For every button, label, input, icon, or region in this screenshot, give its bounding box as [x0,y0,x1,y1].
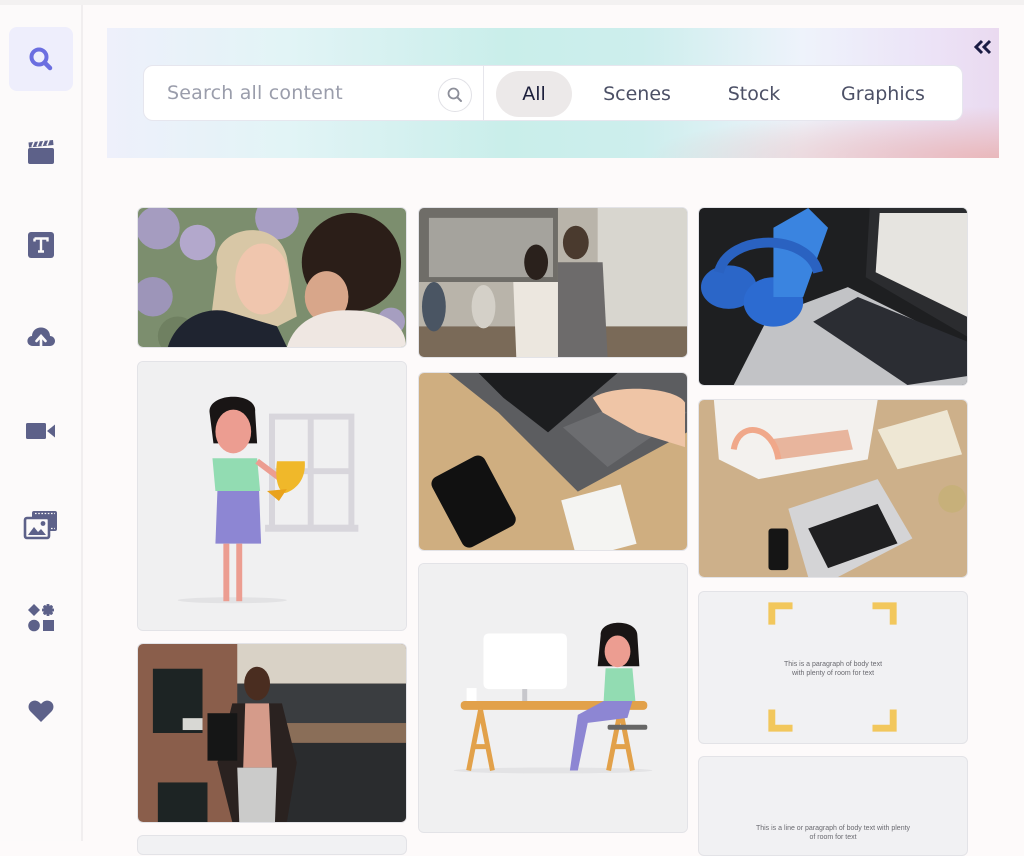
sidebar-item-upload[interactable] [9,306,73,370]
template-text-line: This is a paragraph of body text [783,661,883,668]
result-card-headphones-photo[interactable] [698,207,968,386]
search-bar: All Scenes Stock Graphics [143,65,963,121]
shapes-icon [28,604,54,632]
result-card-partial[interactable] [137,835,407,855]
sidebar-item-text[interactable] [9,213,73,277]
graphic-woman-trophy [138,362,406,630]
template-text-line: with plenty of room for text [791,670,875,678]
tab-all[interactable]: All [496,71,572,117]
heart-icon [28,700,54,722]
template-text-line: This is a line or paragraph of body text… [755,825,911,832]
result-card-laptop-desk-photo[interactable] [418,372,688,551]
sidebar-item-scenes[interactable] [9,120,73,184]
search-input[interactable] [144,66,484,120]
window-top-edge [0,0,1024,5]
sidebar [0,5,83,841]
clapperboard-icon [28,140,54,164]
result-card-couple-photo[interactable] [137,207,407,348]
search-divider [483,66,484,120]
graphic-woman-at-desk [419,564,687,832]
tab-scenes[interactable]: Scenes [592,71,682,117]
search-icon [29,47,53,71]
search-icon [447,87,462,102]
text-icon [28,232,54,258]
tab-graphics[interactable]: Graphics [824,71,942,117]
stock-photo-couple [138,208,406,347]
video-camera-icon [26,423,55,439]
media-library-icon [23,511,57,540]
template-body-text: This is a paragraph of body text with pl… [699,660,967,678]
sidebar-item-favorites[interactable] [9,679,73,743]
sidebar-item-search[interactable] [9,27,73,91]
collapse-panel-button[interactable] [970,36,996,58]
result-card-text-template-2[interactable]: This is a line or paragraph of body text… [698,756,968,856]
search-button[interactable] [438,78,472,112]
sidebar-item-elements[interactable] [9,586,73,650]
stock-photo-headphones-laptop [699,208,967,385]
stock-photo-laptop-desk [419,373,687,550]
tab-stock[interactable]: Stock [704,71,804,117]
stock-photo-office-meeting [419,208,687,357]
sidebar-item-video[interactable] [9,399,73,463]
sidebar-item-media[interactable] [9,493,73,557]
result-card-meeting-photo[interactable] [418,207,688,358]
stock-photo-person-laptop [699,400,967,577]
result-card-desk-graphic[interactable] [418,563,688,833]
result-card-pink-headphones-photo[interactable] [698,399,968,578]
result-card-text-template-1[interactable]: This is a paragraph of body text with pl… [698,591,968,744]
template-body-text: This is a line or paragraph of body text… [699,824,967,842]
double-chevron-left-icon [973,39,992,55]
result-card-trophy-graphic[interactable] [137,361,407,631]
result-card-businesswoman-photo[interactable] [137,643,407,823]
stock-photo-businesswoman [138,644,406,822]
cloud-upload-icon [27,327,55,352]
